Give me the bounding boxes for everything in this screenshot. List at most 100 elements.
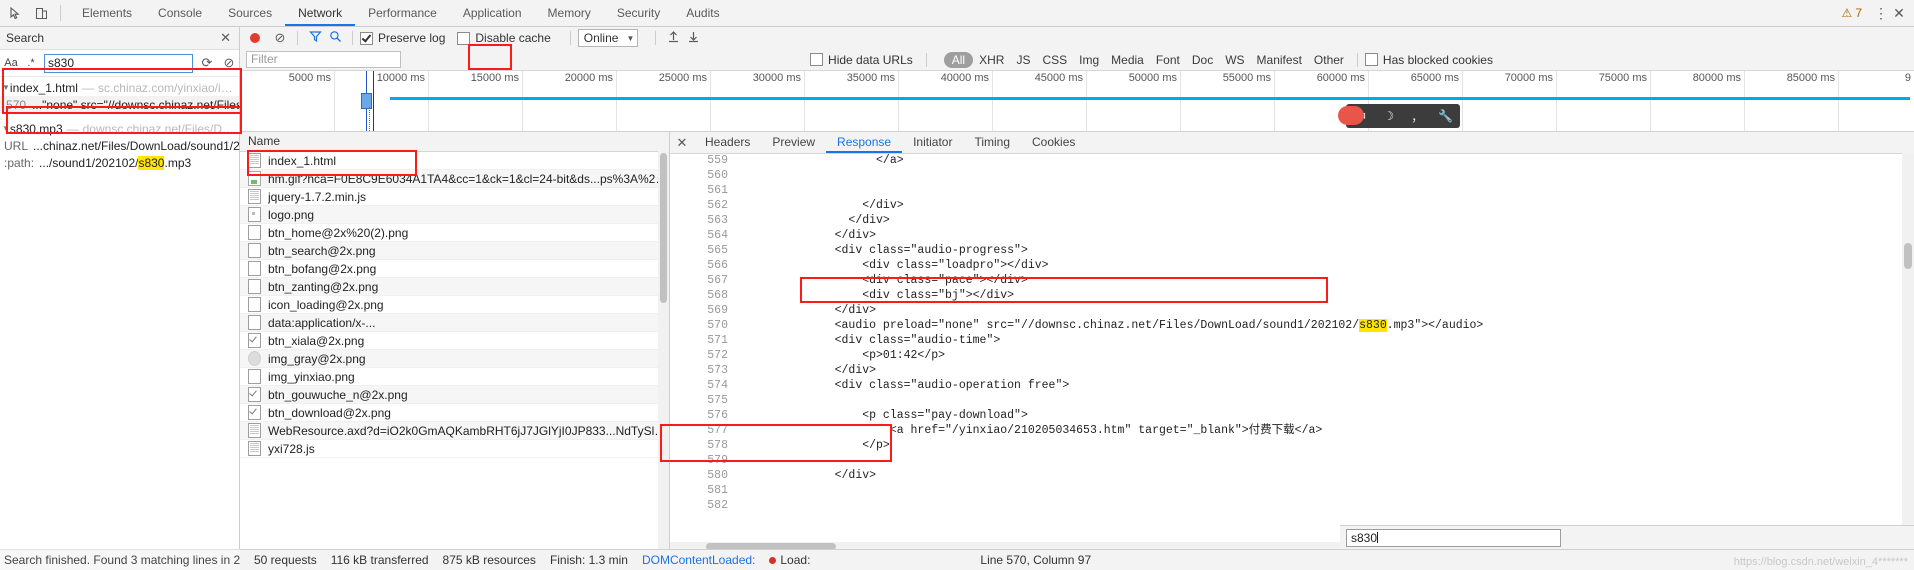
filter-type-doc[interactable]: Doc (1186, 53, 1219, 67)
search-result-file[interactable]: ▼ index_1.html — sc.chinaz.com/yinxiao/i… (0, 79, 239, 96)
line-number: 566 (707, 259, 728, 272)
table-row[interactable]: btn_gouwuche_n@2x.png (240, 386, 669, 404)
tab-elements[interactable]: Elements (69, 0, 145, 26)
tab-response[interactable]: Response (826, 132, 902, 153)
table-row[interactable]: logo.png (240, 206, 669, 224)
tab-preview[interactable]: Preview (761, 132, 826, 153)
table-row[interactable]: img_yinxiao.png (240, 368, 669, 386)
warning-indicator[interactable]: ⚠ 7 (1842, 6, 1862, 20)
filter-type-media[interactable]: Media (1105, 53, 1150, 67)
tab-headers[interactable]: Headers (694, 132, 761, 153)
clear-network-icon[interactable]: ⊘ (270, 30, 290, 46)
table-row[interactable]: btn_xiala@2x.png (240, 332, 669, 350)
table-row[interactable]: index_1.html (240, 152, 669, 170)
filter-type-css[interactable]: CSS (1036, 53, 1073, 67)
match-case-toggle[interactable]: Aa (4, 57, 18, 69)
table-row[interactable]: WebResource.axd?d=iO2k0GmAQKambRHT6jJ7JG… (240, 422, 669, 440)
response-code-viewer[interactable]: 559 </a> 560 561 562 </div> 563 </div> 5… (670, 153, 1914, 548)
text-caret (1377, 532, 1379, 543)
tab-initiator[interactable]: Initiator (902, 132, 963, 153)
preserve-log-checkbox[interactable]: Preserve log (360, 31, 445, 45)
filter-type-ws[interactable]: WS (1219, 53, 1250, 67)
line-number: 562 (707, 199, 728, 212)
import-har-icon[interactable] (663, 30, 683, 46)
scrollbar-thumb[interactable] (1904, 243, 1912, 269)
moon-icon[interactable]: ☽ (1375, 109, 1404, 123)
table-row[interactable]: yxi728.js (240, 440, 669, 458)
punctuation-icon[interactable]: ， (1403, 108, 1432, 125)
tab-cookies[interactable]: Cookies (1021, 132, 1086, 153)
chevron-down-icon[interactable]: ▼ (2, 124, 10, 133)
table-row[interactable]: icon_loading@2x.png (240, 296, 669, 314)
filter-input[interactable]: Filter (246, 51, 401, 68)
code-line: 578 </p> (670, 438, 1914, 453)
table-row[interactable]: btn_download@2x.png (240, 404, 669, 422)
filter-type-manifest[interactable]: Manifest (1251, 53, 1308, 67)
scrollbar-thumb[interactable] (660, 153, 667, 303)
search-result-row[interactable]: :path: .../sound1/202102/s830.mp3 (0, 154, 239, 171)
record-stop-icon[interactable] (250, 33, 260, 43)
network-overview-timeline[interactable]: 5000 ms 10000 ms 15000 ms 20000 ms 25000… (240, 71, 1914, 132)
tab-sources[interactable]: Sources (215, 0, 285, 26)
table-row[interactable]: btn_home@2x%20(2).png (240, 224, 669, 242)
search-result-row[interactable]: URL ...chinaz.net/Files/DownLoad/sound1/… (0, 137, 277, 154)
regex-toggle[interactable]: .* (24, 57, 38, 69)
close-icon[interactable]: ✕ (670, 135, 694, 151)
filter-funnel-icon[interactable] (305, 30, 325, 46)
toolbar-divider (60, 5, 61, 21)
close-icon[interactable]: ✕ (220, 30, 239, 46)
table-row[interactable]: data:application/x-... (240, 314, 669, 332)
search-result-value: .../sound1/202102/s830.mp3 (39, 155, 192, 170)
search-result-file[interactable]: ▼ s830.mp3 — downsc.chinaz.net/Files/Dow… (0, 120, 239, 137)
filter-type-all[interactable]: All (943, 51, 974, 68)
tab-performance[interactable]: Performance (355, 0, 450, 26)
code-vertical-scrollbar[interactable] (1902, 153, 1914, 547)
filter-type-xhr[interactable]: XHR (973, 53, 1010, 67)
search-result-snippet: ..."none" src="//downsc.chinaz.net/Files… (32, 97, 239, 112)
tab-memory[interactable]: Memory (535, 0, 604, 26)
search-icon[interactable] (325, 30, 345, 46)
tab-network[interactable]: Network (285, 0, 355, 26)
chevron-down-icon[interactable]: ▼ (2, 83, 10, 92)
disable-cache-checkbox[interactable]: Disable cache (457, 31, 551, 45)
filter-type-js[interactable]: JS (1010, 53, 1036, 67)
table-row[interactable]: btn_bofang@2x.png (240, 260, 669, 278)
close-icon[interactable]: ✕ (1890, 5, 1908, 22)
table-row[interactable]: btn_zanting@2x.png (240, 278, 669, 296)
inspect-element-icon[interactable] (4, 2, 26, 24)
request-name: btn_download@2x.png (268, 405, 391, 420)
requests-scrollbar[interactable] (658, 151, 669, 570)
refresh-icon[interactable]: ⟳ (199, 55, 215, 71)
find-input[interactable]: s830 (1346, 529, 1561, 547)
tab-application[interactable]: Application (450, 0, 535, 26)
table-row[interactable]: img_gray@2x.png (240, 350, 669, 368)
tab-audits[interactable]: Audits (673, 0, 732, 26)
search-result-line[interactable]: 570 ..."none" src="//downsc.chinaz.net/F… (0, 96, 239, 113)
filter-type-img[interactable]: Img (1073, 53, 1105, 67)
device-toolbar-icon[interactable] (30, 2, 52, 24)
wrench-icon[interactable]: 🔧 (1432, 109, 1461, 123)
code-line: 572 <p>01:42</p> (670, 348, 1914, 363)
requests-column-header[interactable]: Name (240, 132, 669, 152)
table-row[interactable]: hm.gif?hca=F0E8C9E6034A1TA4&cc=1&ck=1&cl… (240, 170, 669, 188)
tab-timing[interactable]: Timing (963, 132, 1021, 153)
tab-console[interactable]: Console (145, 0, 215, 26)
tab-security[interactable]: Security (604, 0, 673, 26)
timeline-tick-label: 5000 ms (288, 72, 331, 84)
filter-type-font[interactable]: Font (1150, 53, 1186, 67)
ime-floating-toolbar[interactable]: 中 ☽ ， 🔧 (1338, 104, 1461, 128)
search-input[interactable]: s830 (44, 53, 193, 73)
clear-icon[interactable]: ⊘ (221, 55, 237, 71)
hide-data-urls-checkbox[interactable]: Hide data URLs (810, 53, 913, 67)
more-vertical-icon[interactable]: ⋮ (1872, 5, 1890, 22)
search-result-url: sc.chinaz.com/yinxiao/index_1.html (97, 80, 239, 95)
code-line: 559 </a> (670, 153, 1914, 168)
code-line: 562 </div> (670, 198, 1914, 213)
throttling-select[interactable]: Online ▼ (577, 29, 639, 47)
code-line: 563 </div> (670, 213, 1914, 228)
table-row[interactable]: jquery-1.7.2.min.js (240, 188, 669, 206)
export-har-icon[interactable] (683, 30, 703, 46)
table-row[interactable]: btn_search@2x.png (240, 242, 669, 260)
has-blocked-cookies-checkbox[interactable]: Has blocked cookies (1364, 53, 1493, 67)
filter-type-other[interactable]: Other (1308, 53, 1350, 67)
